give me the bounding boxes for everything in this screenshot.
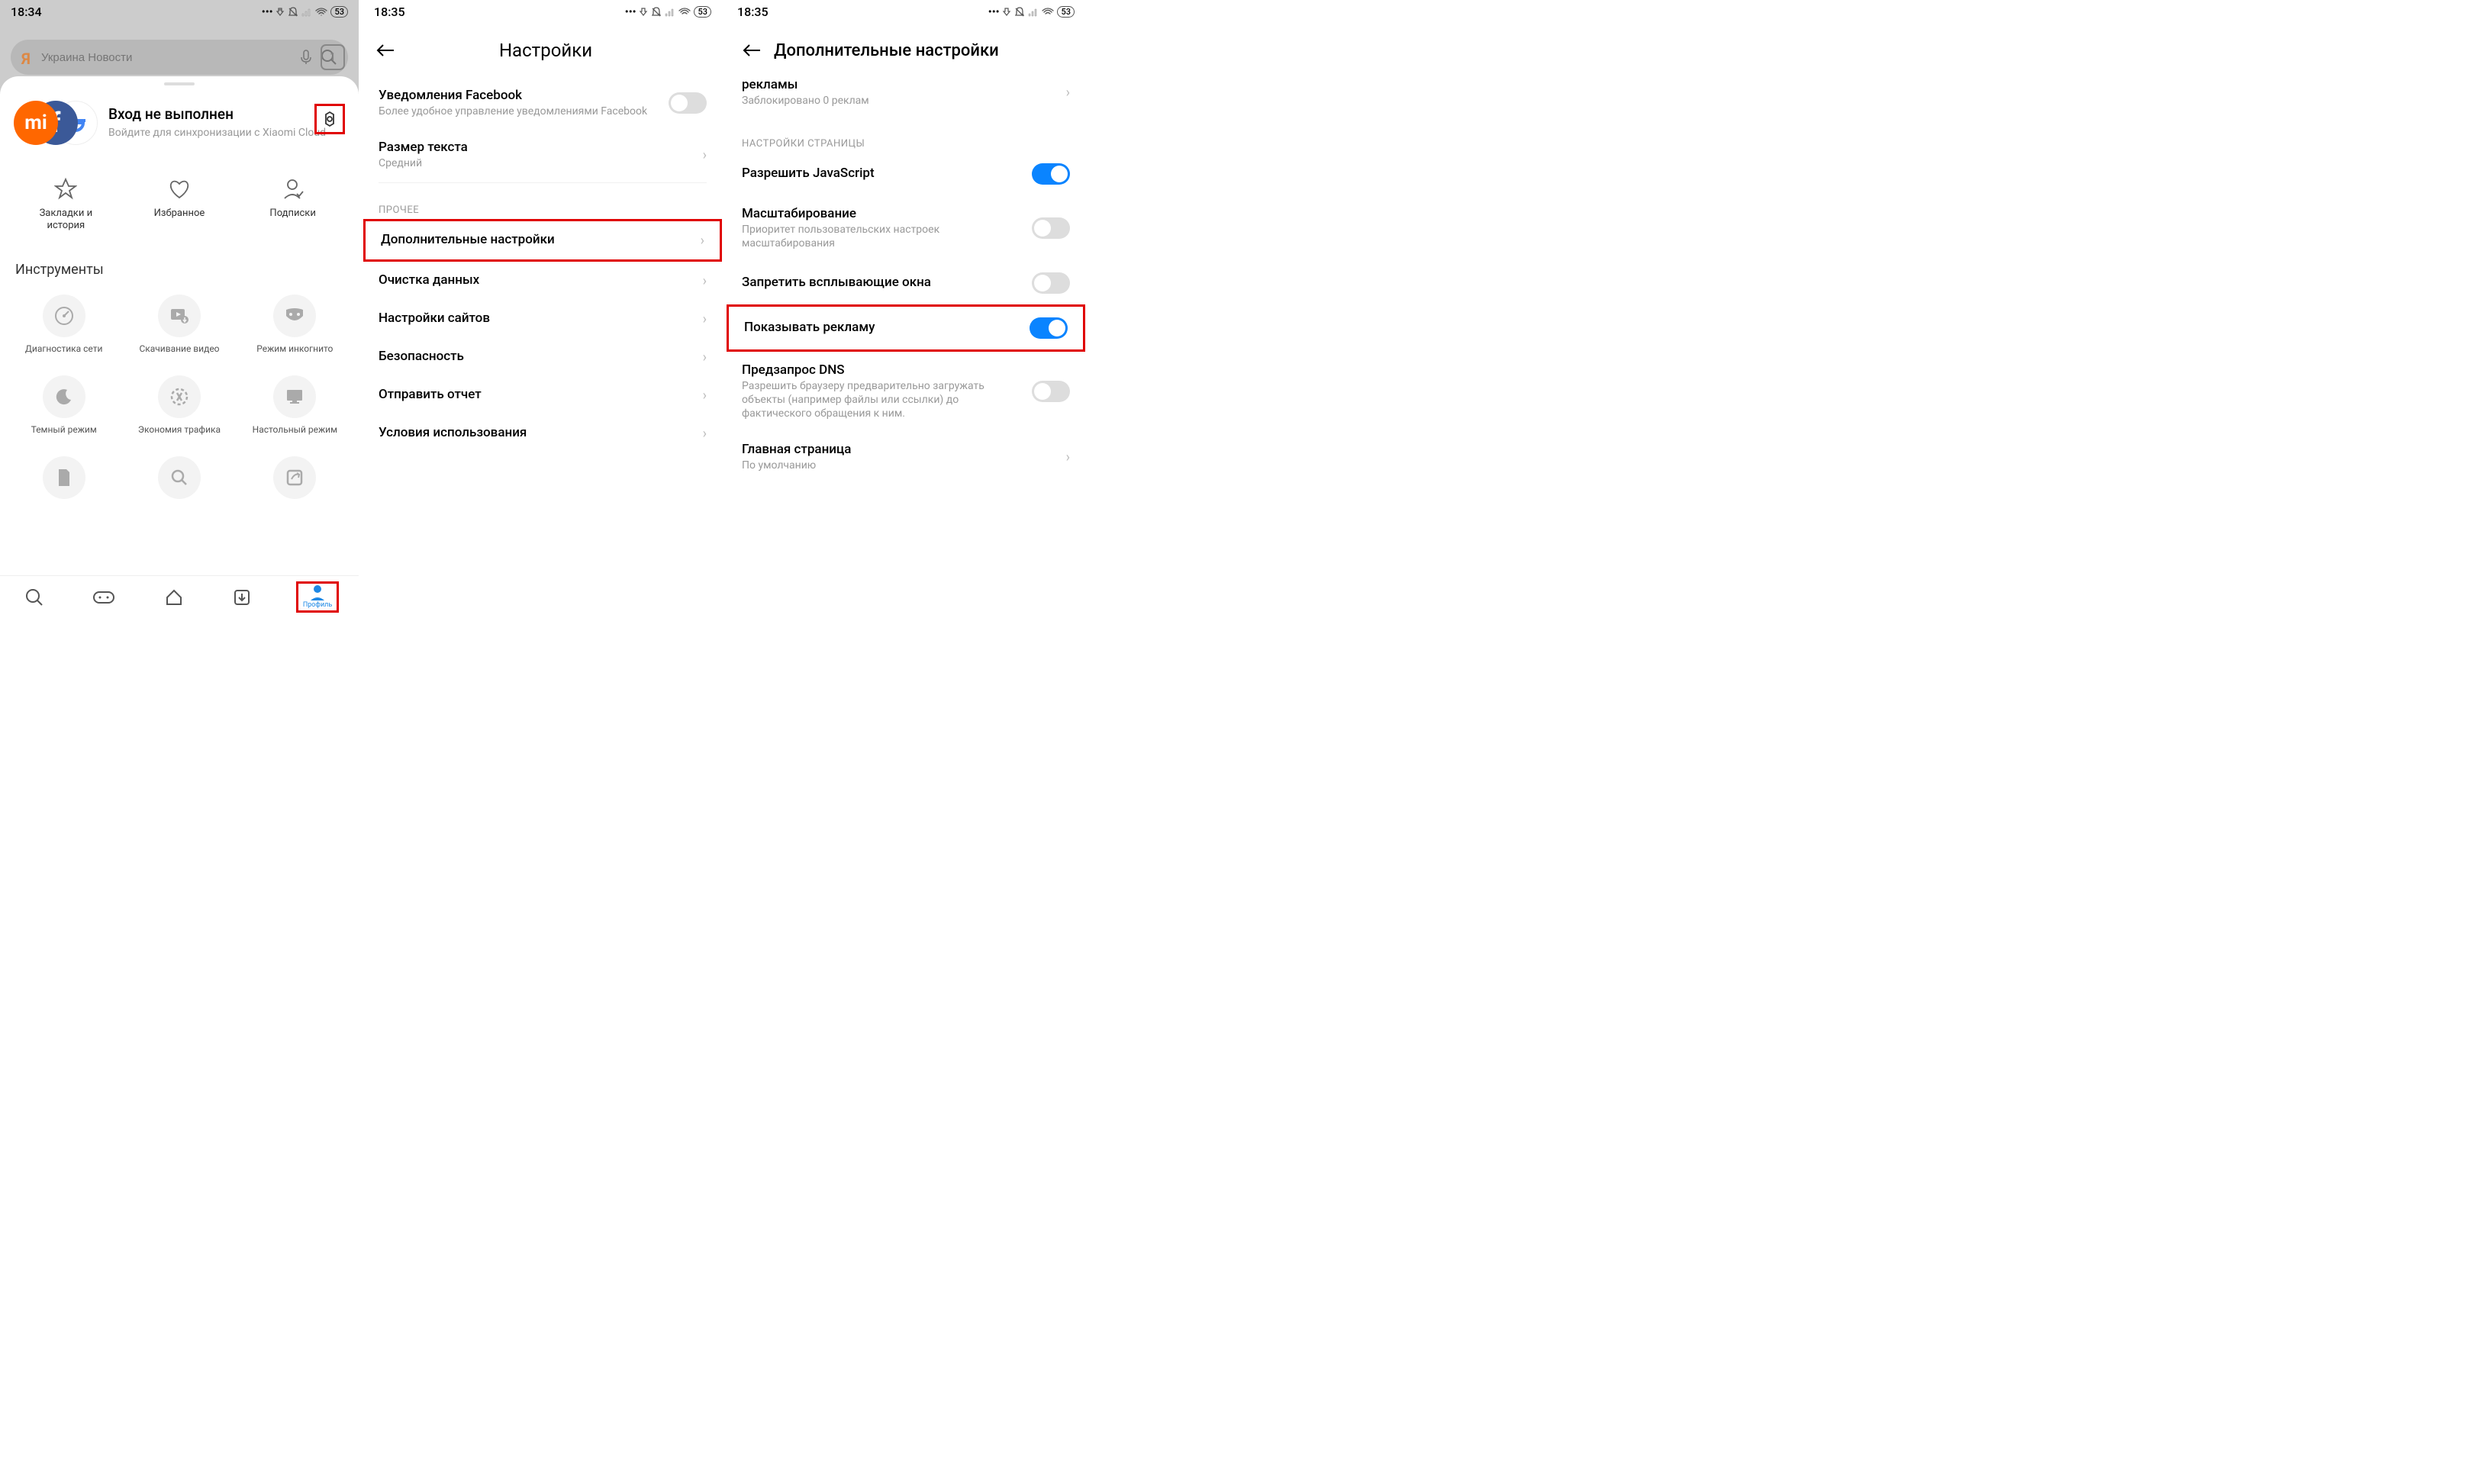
setting-terms[interactable]: Условия использования › [363, 414, 722, 452]
search-bar[interactable]: Я [11, 40, 348, 75]
page-title: Дополнительные настройки [774, 41, 1078, 60]
video-download-icon [169, 307, 189, 324]
chevron-right-icon: › [703, 311, 707, 327]
chevron-right-icon: › [703, 147, 707, 163]
share-icon [285, 468, 304, 487]
bookmarks-history[interactable]: Закладки и история [20, 175, 111, 231]
speedometer-icon [54, 306, 74, 326]
tool-partial-3[interactable] [240, 449, 350, 507]
profile-panel: f mi Вход не выполнен Войдите для синхро… [0, 76, 359, 618]
gear-icon [321, 110, 339, 128]
header: Настройки [363, 22, 722, 77]
toggle[interactable] [1032, 217, 1070, 239]
toggle[interactable] [1032, 272, 1070, 294]
yandex-icon: Я [21, 50, 34, 65]
chevron-right-icon: › [703, 426, 707, 442]
moon-icon [55, 388, 73, 406]
chevron-right-icon: › [703, 349, 707, 365]
setting-dns-prefetch[interactable]: Предзапрос DNS Разрешить браузеру предва… [727, 352, 1085, 432]
nav-downloads[interactable] [227, 584, 256, 610]
gamepad-icon [92, 589, 115, 606]
chevron-right-icon: › [703, 273, 707, 289]
download-icon [232, 587, 252, 607]
setting-security[interactable]: Безопасность › [363, 338, 722, 376]
favorites[interactable]: Избранное [134, 175, 225, 231]
sync-avatars: f mi [14, 98, 98, 148]
profile-icon [308, 584, 327, 600]
setting-show-ads[interactable]: Показывать рекламу [727, 304, 1085, 352]
setting-facebook-notif[interactable]: Уведомления Facebook Более удобное управ… [363, 77, 722, 129]
tool-incognito[interactable]: Режим инкогнито [240, 287, 350, 362]
arrow-left-icon [742, 43, 762, 58]
setting-javascript[interactable]: Разрешить JavaScript [727, 153, 1085, 195]
star-icon [54, 177, 77, 200]
setting-sites[interactable]: Настройки сайтов › [363, 300, 722, 338]
setting-advanced[interactable]: Дополнительные настройки › [363, 219, 722, 262]
login-title: Вход не выполнен [108, 105, 326, 123]
time: 18:34 [11, 5, 42, 19]
login-subtitle: Войдите для синхронизации с Xiaomi Cloud [108, 126, 326, 140]
toggle[interactable] [1032, 163, 1070, 185]
nav-profile[interactable]: Профиль [296, 581, 339, 613]
nav-home[interactable] [160, 584, 189, 610]
tool-desktop-mode[interactable]: Настольный режим [240, 368, 350, 443]
chevron-right-icon: › [1066, 449, 1070, 465]
setting-ad-block[interactable]: рекламы Заблокировано 0 реклам › [727, 77, 1085, 118]
category-page: НАСТРОЙКИ СТРАНИЦЫ [727, 118, 1085, 153]
data-saver-icon [170, 388, 189, 406]
back-button[interactable] [737, 36, 766, 65]
setting-report[interactable]: Отправить отчет › [363, 376, 722, 414]
home-icon [164, 587, 184, 607]
tool-download-video[interactable]: Скачивание видео [124, 287, 234, 362]
back-button[interactable] [371, 36, 400, 65]
tools-title: Инструменты [0, 245, 359, 284]
header: Дополнительные настройки [727, 22, 1085, 77]
subscriptions[interactable]: Подписки [247, 175, 339, 231]
status-icons: ••• 53 [625, 5, 711, 19]
bottom-nav: Профиль [0, 575, 359, 618]
bell-off-icon [1014, 7, 1025, 18]
time: 18:35 [374, 5, 405, 19]
setting-clear-data[interactable]: Очистка данных › [363, 262, 722, 300]
status-icons: ••• 53 [988, 5, 1075, 19]
search-page-icon [170, 468, 189, 487]
chevron-right-icon: › [701, 233, 704, 249]
chevron-right-icon: › [703, 388, 707, 404]
tool-data-saver[interactable]: Экономия трафика [124, 368, 234, 443]
mask-icon [285, 308, 305, 324]
page-title: Настройки [406, 40, 685, 61]
tool-dark-mode[interactable]: Темный режим [9, 368, 118, 443]
toggle[interactable] [1032, 381, 1070, 402]
search-input[interactable] [41, 51, 292, 64]
mic-icon[interactable] [299, 49, 313, 66]
tabs-button[interactable]: 1 [321, 44, 345, 70]
login-row[interactable]: f mi Вход не выполнен Войдите для синхро… [0, 85, 359, 156]
monitor-icon [285, 388, 305, 405]
setting-homepage[interactable]: Главная страница По умолчанию › [727, 431, 1085, 483]
setting-text-size[interactable]: Размер текста Средний › [363, 129, 722, 181]
category-other: ПРОЧЕЕ [363, 185, 722, 219]
nav-games[interactable] [88, 586, 120, 609]
toggle[interactable] [669, 92, 707, 114]
tool-network[interactable]: Диагностика сети [9, 287, 118, 362]
bell-off-icon [288, 7, 298, 18]
bell-off-icon [651, 7, 662, 18]
setting-scaling[interactable]: Масштабирование Приоритет пользовательск… [727, 195, 1085, 261]
status-icons: ••• 53 [262, 5, 348, 19]
tool-partial-2[interactable] [124, 449, 234, 507]
file-icon [56, 468, 73, 488]
tool-partial-1[interactable] [9, 449, 118, 507]
mi-icon: mi [14, 101, 58, 145]
time: 18:35 [737, 5, 769, 19]
nav-search[interactable] [20, 584, 49, 610]
arrow-left-icon [375, 43, 395, 58]
person-check-icon [282, 177, 305, 200]
heart-icon [168, 178, 191, 199]
chevron-right-icon: › [1066, 85, 1070, 101]
search-icon [24, 587, 44, 607]
setting-popups[interactable]: Запретить всплывающие окна [727, 262, 1085, 304]
settings-button[interactable] [314, 104, 345, 134]
toggle[interactable] [1030, 317, 1068, 339]
